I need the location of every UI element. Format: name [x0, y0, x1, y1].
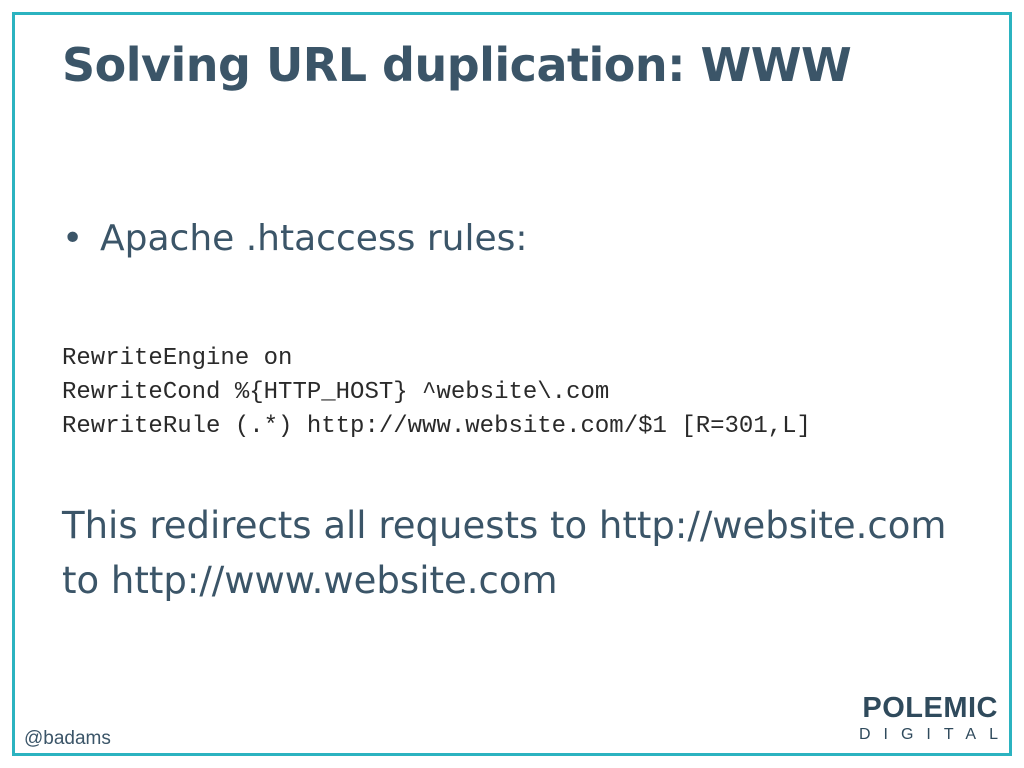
- description: This redirects all requests to http://we…: [62, 498, 982, 608]
- bullet-item: • Apache .htaccess rules:: [62, 218, 528, 259]
- logo-wordmark: POLEMIC: [862, 692, 998, 724]
- slide-title: Solving URL duplication: WWW: [62, 38, 852, 92]
- code-line-rewrite-engine: RewriteEngine on: [62, 345, 293, 372]
- author-handle: @badams: [24, 728, 111, 749]
- slide: Solving URL duplication: WWW • Apache .ht…: [0, 0, 1024, 768]
- code-line-rewrite-cond: RewriteCond %{HTTP_HOST} ^website\.com: [62, 379, 610, 406]
- description-line-1: This redirects all requests to http://we…: [62, 504, 947, 547]
- polemic-digital-logo: POLEMIC DIGITAL: [848, 692, 998, 746]
- code-line-rewrite-rule: RewriteRule (.*) http://www.website.com/…: [62, 413, 811, 440]
- code-block: RewriteEngine on RewriteCond %{HTTP_HOST}…: [62, 342, 811, 444]
- bullet-text: Apache .htaccess rules:: [100, 218, 528, 259]
- description-line-2: to http://www.website.com: [62, 559, 558, 602]
- bullet-marker: •: [62, 218, 84, 259]
- logo-subtitle: DIGITAL: [858, 726, 1011, 743]
